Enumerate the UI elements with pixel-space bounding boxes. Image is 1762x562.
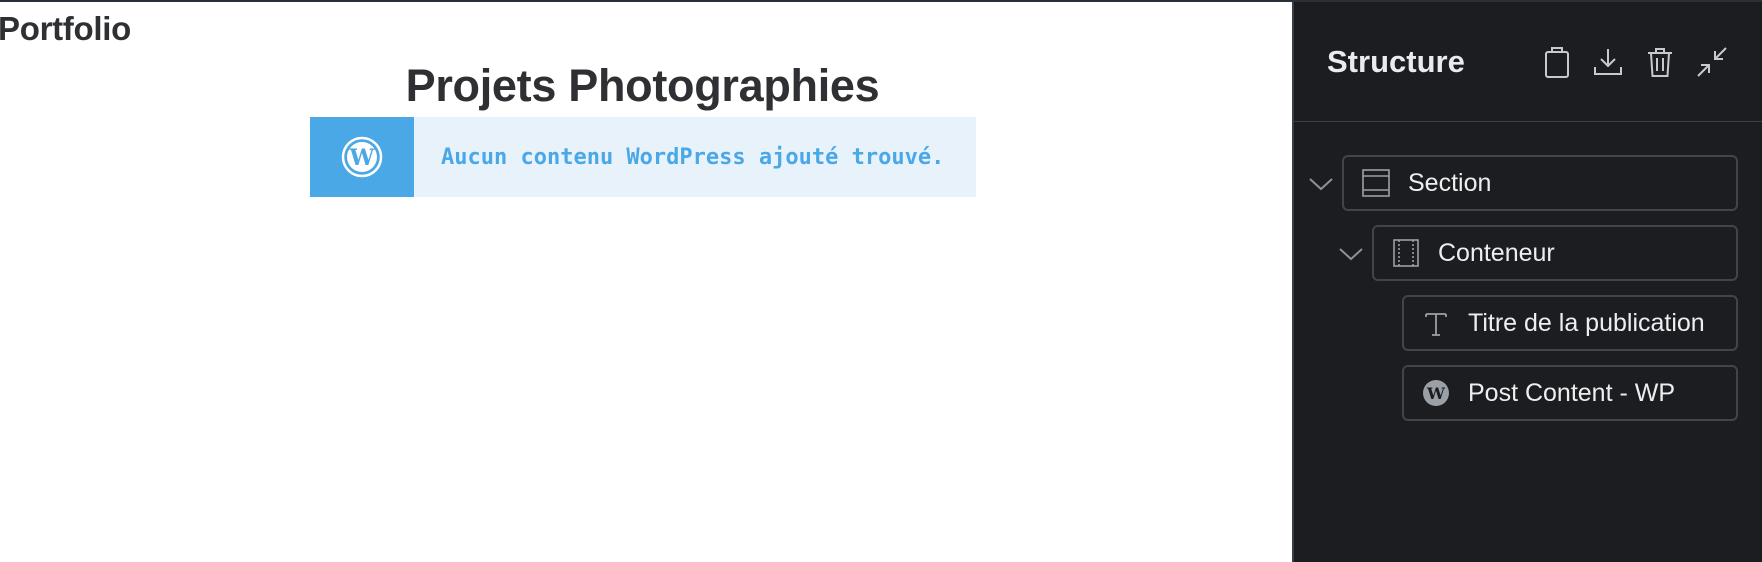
tree-item-section[interactable]: Section xyxy=(1342,155,1738,211)
download-icon[interactable] xyxy=(1588,42,1628,82)
tree-item-label: Post Content - WP xyxy=(1468,378,1676,407)
expand-caret-section[interactable] xyxy=(1306,169,1336,199)
site-title[interactable]: Portfolio xyxy=(0,10,131,48)
post-content-notice[interactable]: W Aucun contenu WordPress ajouté trouvé. xyxy=(310,117,976,197)
clipboard-icon[interactable] xyxy=(1537,42,1577,82)
tree-item-label: Titre de la publication xyxy=(1468,308,1705,337)
section-icon xyxy=(1356,168,1396,198)
wordpress-icon: W xyxy=(341,136,383,178)
page-heading[interactable]: Projets Photographies xyxy=(0,60,1285,112)
tree-item-label: Conteneur xyxy=(1438,238,1555,267)
text-icon xyxy=(1416,308,1456,338)
tree-item-post-content[interactable]: W Post Content - WP xyxy=(1402,365,1738,421)
expand-caret-conteneur[interactable] xyxy=(1336,239,1366,269)
container-icon xyxy=(1386,238,1426,268)
builder-canvas[interactable]: Portfolio Projets Photographies W Aucun … xyxy=(0,2,1292,562)
wordpress-icon: W xyxy=(1416,378,1456,408)
svg-text:W: W xyxy=(349,145,375,171)
svg-text:W: W xyxy=(1426,384,1446,403)
tree-item-label: Section xyxy=(1408,168,1492,197)
notice-icon-box: W xyxy=(310,117,414,197)
tree-item-conteneur[interactable]: Conteneur xyxy=(1372,225,1738,281)
notice-text: Aucun contenu WordPress ajouté trouvé. xyxy=(441,144,945,170)
panel-header: Structure xyxy=(1294,2,1762,122)
panel-title: Structure xyxy=(1327,44,1465,79)
trash-icon[interactable] xyxy=(1640,42,1680,82)
structure-panel: Structure Section Conteneur Titre de la … xyxy=(1292,2,1762,562)
tree-item-titre-de-la-publication[interactable]: Titre de la publication xyxy=(1402,295,1738,351)
collapse-icon[interactable] xyxy=(1692,42,1732,82)
